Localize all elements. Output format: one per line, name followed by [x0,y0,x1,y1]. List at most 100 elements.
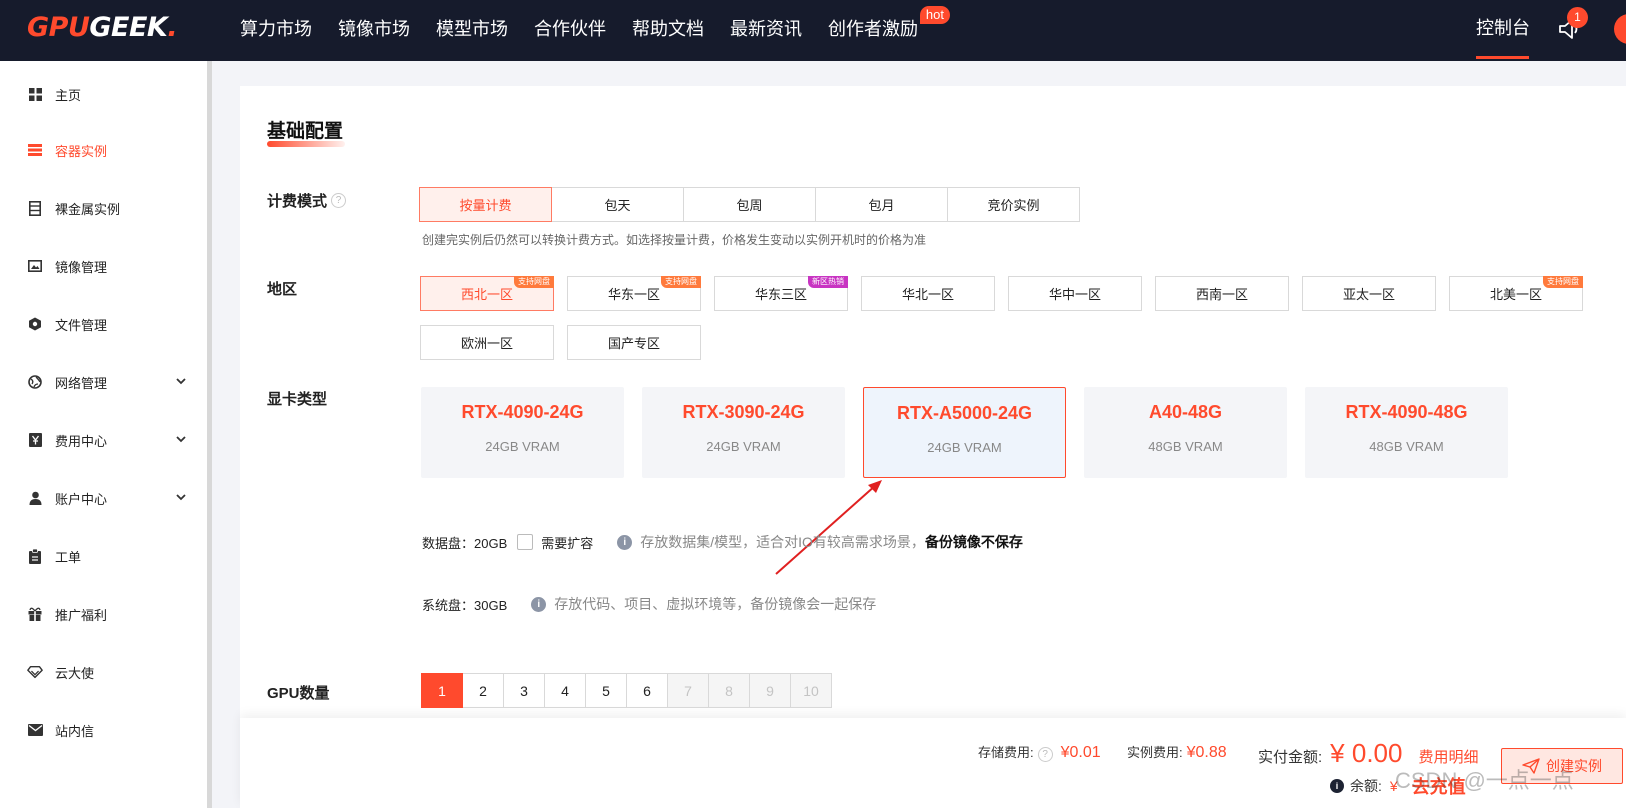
sidebar-item-bare-metal[interactable]: 裸金属实例 [0,188,205,228]
gpu-card[interactable]: A40-48G 48GB VRAM [1084,387,1287,478]
user-icon [27,490,43,506]
region-name: 西北一区 [460,287,513,302]
yen-icon [27,432,43,448]
gpu-vram: 24GB VRAM [927,440,1002,455]
system-disk-row: 系统盘：30GB i 存放代码、项目、虚拟环境等，备份镜像会一起保存 [422,594,876,614]
region-name: 国产专区 [607,336,660,351]
gpu-count-option-disabled: 10 [790,673,832,708]
chevron-down-icon [176,436,186,443]
instance-fee-value: ¥0.88 [1186,744,1227,761]
watermark: CSDN @一点一点 [1395,768,1574,793]
region-name: 西南一区 [1195,287,1248,302]
sidebar-item-label: 主页 [55,87,82,103]
gpu-count-option[interactable]: 2 [462,673,504,708]
billing-option-pay-as-you-go[interactable]: 按量计费 [419,187,552,222]
sidebar-item-account[interactable]: 账户中心 [0,478,205,518]
region-name: 华中一区 [1048,287,1101,302]
region-tag: 新区热销 [808,276,848,288]
gpu-vram: 24GB VRAM [706,439,781,454]
sidebar-item-tickets[interactable]: 工单 [0,536,205,576]
gpu-name: RTX-A5000-24G [896,403,1033,423]
image-icon [27,258,43,274]
region-option[interactable]: 亚太一区 [1302,276,1436,311]
region-option[interactable]: 华北一区 [861,276,995,311]
gpu-count-label: GPU数量 [267,685,330,702]
nav-compute-market[interactable]: 算力市场 [240,0,312,61]
nav-news[interactable]: 最新资讯 [730,0,802,61]
title-underline [267,141,345,147]
billing-option-spot[interactable]: 竞价实例 [947,187,1080,222]
gpu-count-option[interactable]: 4 [544,673,586,708]
billing-mode-selector: 按量计费 包天 包周 包月 竞价实例 [419,187,1080,222]
gpu-card[interactable]: RTX-4090-24G 24GB VRAM [421,387,624,478]
sidebar-item-label: 镜像管理 [55,259,108,275]
notification-count-badge: 1 [1567,7,1588,28]
console-link[interactable]: 控制台 [1476,0,1530,56]
region-option[interactable]: 欧洲一区 [420,325,554,360]
sidebar-item-ambassador[interactable]: 云大使 [0,652,205,692]
nav-partners[interactable]: 合作伙伴 [534,0,606,61]
hexagon-icon [27,316,43,332]
server-icon [27,200,43,216]
billing-option-monthly[interactable]: 包月 [815,187,948,222]
sidebar-item-label: 文件管理 [55,317,108,333]
region-name: 北美一区 [1489,287,1542,302]
sidebar-scrollbar[interactable] [207,61,212,808]
region-option[interactable]: 北美一区 支持网盘 [1449,276,1583,311]
gpu-count-option[interactable]: 1 [421,673,463,708]
billing-hint: 创建完实例后仍然可以转换计费方式。如选择按量计费，价格发生变动以实例开机时的价格… [422,233,927,247]
sidebar-item-label: 容器实例 [55,143,108,159]
region-option[interactable]: 西南一区 [1155,276,1289,311]
help-icon[interactable]: ? [331,193,347,208]
gpu-count-option[interactable]: 6 [626,673,668,708]
globe-icon [27,374,43,390]
diamond-icon [27,664,43,680]
gpu-count-option[interactable]: 5 [585,673,627,708]
nav-creator-label: 创作者激励 [828,19,918,39]
system-disk-desc: 存放代码、项目、虚拟环境等，备份镜像会一起保存 [554,596,877,612]
sidebar-item-messages[interactable]: 站内信 [0,710,205,750]
info-icon: i [531,596,547,612]
expand-checkbox[interactable] [517,534,534,550]
system-disk-label: 系统盘：30GB [422,597,508,613]
sidebar-item-home[interactable]: 主页 [0,74,205,114]
region-name: 亚太一区 [1342,287,1395,302]
storage-fee-value: ¥0.01 [1060,744,1101,761]
sidebar-item-label: 站内信 [55,723,95,739]
help-icon[interactable]: ? [1037,747,1053,762]
region-option[interactable]: 国产专区 [567,325,701,360]
grid-icon [27,86,43,102]
nav-model-market[interactable]: 模型市场 [436,0,508,61]
gpu-card[interactable]: RTX-3090-24G 24GB VRAM [642,387,845,478]
gpu-card-selected[interactable]: RTX-A5000-24G 24GB VRAM [863,387,1066,478]
region-option[interactable]: 华东三区 新区热销 [714,276,848,311]
data-disk-desc: 存放数据集/模型，适合对IO有较高需求场景， [640,534,925,550]
region-option[interactable]: 西北一区 支持网盘 [420,276,554,311]
chevron-down-icon [176,378,186,385]
sidebar-item-label: 网络管理 [55,375,108,391]
total-label: 实付金额: [1258,749,1323,766]
region-option[interactable]: 华中一区 [1008,276,1142,311]
billing-option-weekly[interactable]: 包周 [683,187,816,222]
data-disk-warning: 备份镜像不保存 [924,534,1023,550]
sidebar-item-file-management[interactable]: 文件管理 [0,304,205,344]
sidebar-item-containers[interactable]: 容器实例 [0,130,205,170]
nav-help-docs[interactable]: 帮助文档 [632,0,704,61]
gpu-count-option-disabled: 8 [708,673,750,708]
sidebar-item-promotion[interactable]: 推广福利 [0,594,205,634]
nav-creator-incentive[interactable]: 创作者激励 hot [828,0,950,61]
region-option[interactable]: 华东一区 支持网盘 [567,276,701,311]
sidebar-item-billing[interactable]: 费用中心 [0,420,205,460]
region-name: 欧洲一区 [460,336,513,351]
sidebar-item-network[interactable]: 网络管理 [0,362,205,402]
billing-option-daily[interactable]: 包天 [551,187,684,222]
gpugeek-logo[interactable]: GPUGEEK. [27,12,178,43]
expand-label[interactable]: 需要扩容 [541,533,593,552]
data-disk-row: 数据盘：20GB 需要扩容 i 存放数据集/模型，适合对IO有较高需求场景， 备… [422,532,1023,552]
sidebar-item-image-management[interactable]: 镜像管理 [0,246,205,286]
gpu-count-selector: 1 2 3 4 5 6 7 8 9 10 [421,673,832,708]
nav-image-market[interactable]: 镜像市场 [338,0,410,61]
gpu-count-option[interactable]: 3 [503,673,545,708]
main-nav: 算力市场 镜像市场 模型市场 合作伙伴 帮助文档 最新资讯 创作者激励 hot [240,0,950,61]
gpu-card[interactable]: RTX-4090-48G 48GB VRAM [1305,387,1508,478]
